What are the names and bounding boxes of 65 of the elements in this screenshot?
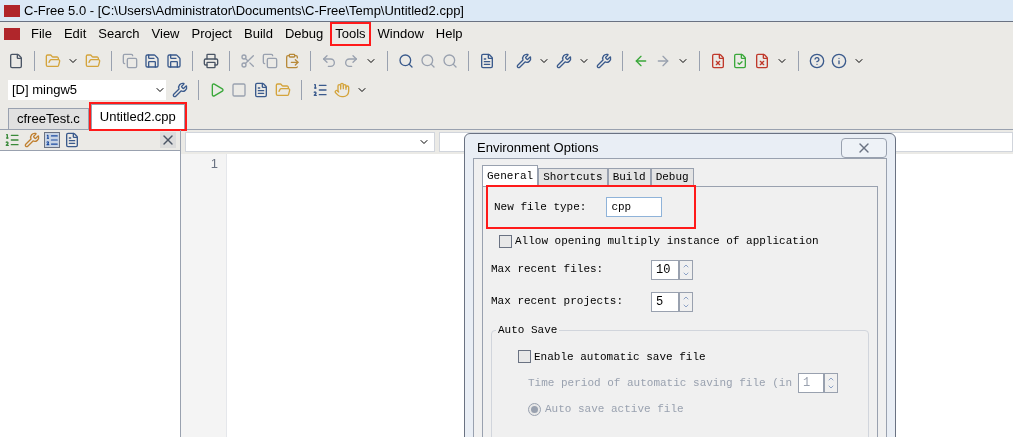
save-icon[interactable] bbox=[144, 53, 160, 69]
dialog-tab[interactable]: Build bbox=[607, 168, 651, 186]
document-icon[interactable] bbox=[479, 53, 495, 69]
line-number: 1 bbox=[209, 155, 218, 173]
redo-icon[interactable] bbox=[343, 53, 359, 69]
wrench-icon[interactable] bbox=[24, 132, 40, 148]
dialog-tab[interactable]: General bbox=[482, 165, 539, 186]
help-icon[interactable] bbox=[809, 53, 825, 69]
new-file-icon[interactable] bbox=[8, 53, 24, 69]
field-label: Max recent files: bbox=[491, 262, 605, 278]
number-field[interactable]: 5 bbox=[651, 291, 679, 312]
close-button[interactable] bbox=[841, 138, 887, 158]
spin-buttons[interactable] bbox=[824, 373, 839, 393]
radio-label: Auto save active file bbox=[545, 402, 684, 417]
checkbox-label: Enable automatic save file bbox=[534, 349, 706, 365]
menu-item[interactable]: File bbox=[26, 22, 57, 46]
menu-item[interactable]: Debug bbox=[279, 22, 329, 46]
menu-item[interactable]: Tools bbox=[330, 22, 371, 46]
file-type-field[interactable]: cpp bbox=[606, 197, 663, 217]
file-tab[interactable]: cfreeTest.c bbox=[8, 108, 89, 129]
printer-icon[interactable] bbox=[203, 53, 219, 69]
copy-icon[interactable] bbox=[262, 53, 278, 69]
field-label: New file type: bbox=[494, 199, 587, 215]
list-icon[interactable] bbox=[44, 132, 60, 148]
document-icon[interactable] bbox=[732, 53, 748, 69]
dialog-tab[interactable]: Shortcuts bbox=[538, 168, 608, 186]
field-label: Time period of automatic saving file (in bbox=[528, 375, 793, 391]
document-icon[interactable] bbox=[64, 132, 80, 148]
menu-item[interactable]: Build bbox=[239, 22, 278, 46]
menu-item[interactable]: Edit bbox=[58, 22, 92, 46]
spin-buttons[interactable] bbox=[679, 291, 693, 312]
wrench-icon[interactable] bbox=[556, 53, 572, 69]
list-icon[interactable] bbox=[312, 81, 328, 98]
copy-icon[interactable] bbox=[122, 53, 138, 69]
document-icon[interactable] bbox=[710, 53, 726, 69]
info-icon[interactable] bbox=[831, 53, 847, 69]
menu-item[interactable]: Search bbox=[93, 22, 145, 46]
menu-item[interactable]: Window bbox=[372, 22, 429, 46]
wrench-icon[interactable] bbox=[516, 53, 532, 69]
wrench-icon[interactable] bbox=[596, 53, 612, 69]
paste-icon[interactable] bbox=[284, 53, 300, 69]
undo-icon[interactable] bbox=[321, 53, 337, 69]
menu-item[interactable]: View bbox=[146, 22, 185, 46]
menu-item[interactable]: Help bbox=[430, 22, 468, 46]
field-label: Max recent projects: bbox=[491, 294, 625, 310]
dialog-tab[interactable]: Debug bbox=[650, 168, 694, 186]
sort-icon[interactable] bbox=[4, 132, 20, 148]
play-icon[interactable] bbox=[209, 81, 225, 98]
window-title: C-Free 5.0 - [C:\Users\Administrator\Documents\C-Free\Temp\Untitled2.cpp] bbox=[24, 1, 464, 20]
spin-buttons[interactable] bbox=[679, 259, 693, 280]
checkbox[interactable] bbox=[518, 350, 531, 364]
compiler-dropdown[interactable]: [D] mingw5 bbox=[8, 79, 166, 100]
document-icon[interactable] bbox=[253, 81, 269, 98]
scissors-icon[interactable] bbox=[240, 53, 256, 69]
checkbox[interactable] bbox=[499, 234, 512, 248]
number-field[interactable]: 10 bbox=[651, 259, 679, 280]
wrench-icon[interactable] bbox=[172, 81, 188, 98]
document-icon[interactable] bbox=[754, 53, 770, 69]
menu-item[interactable]: Project bbox=[186, 22, 237, 46]
save-all-icon[interactable] bbox=[166, 53, 182, 69]
close-icon[interactable] bbox=[160, 132, 176, 148]
file-tab[interactable]: Untitled2.cpp bbox=[90, 104, 185, 129]
checkbox-label: Allow opening multiply instance of application bbox=[515, 234, 819, 249]
search-icon[interactable] bbox=[398, 53, 414, 69]
dialog-title: Environment Options bbox=[476, 139, 599, 158]
